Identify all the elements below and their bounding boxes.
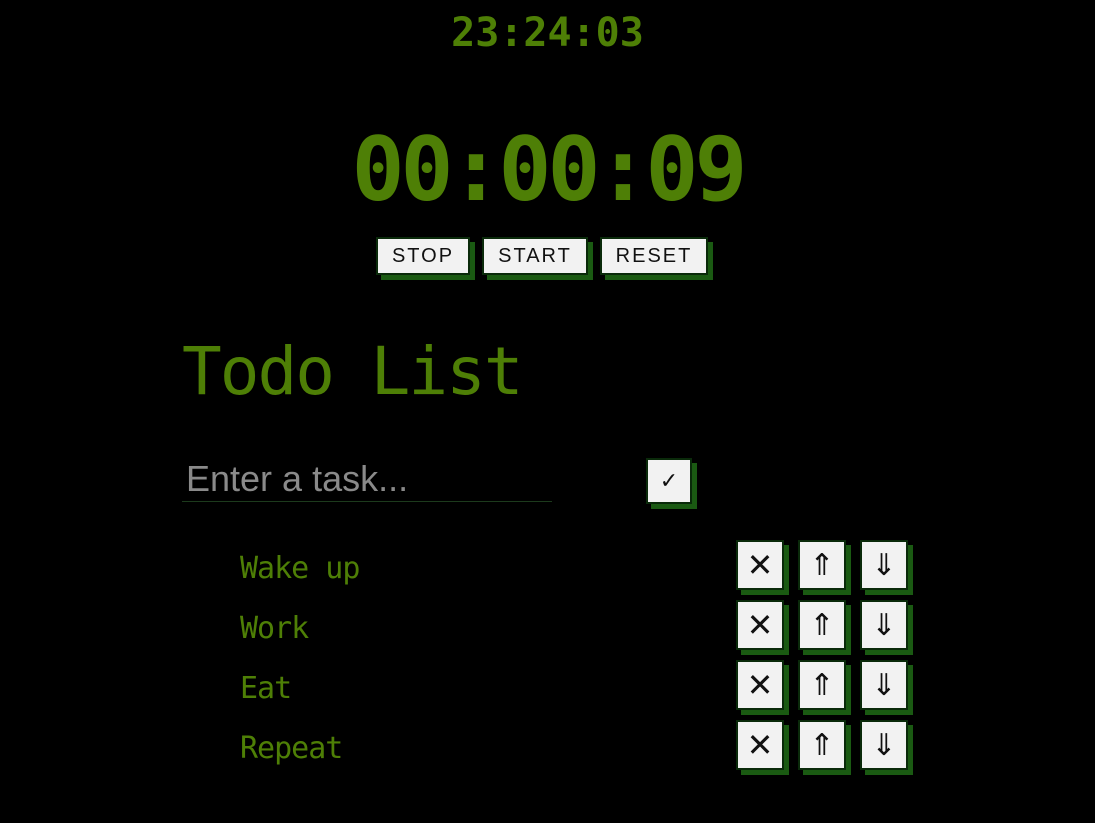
list-item: Eat ✕ ⇑ ⇓ [240,658,920,718]
list-item: Work ✕ ⇑ ⇓ [240,598,920,658]
stopwatch-display: 00:00:09 [351,118,748,221]
move-down-button[interactable]: ⇓ [860,600,908,650]
delete-item-button[interactable]: ✕ [736,720,784,770]
move-down-button[interactable]: ⇓ [860,720,908,770]
move-down-button[interactable]: ⇓ [860,540,908,590]
arrow-down-icon: ⇓ [871,667,897,703]
arrow-up-icon: ⇑ [809,667,835,703]
item-actions: ✕ ⇑ ⇓ [736,720,908,770]
close-icon: ✕ [746,726,774,764]
delete-item-button[interactable]: ✕ [736,600,784,650]
current-time-clock: 23:24:03 [451,10,644,56]
stop-button[interactable]: STOP [376,237,470,275]
todo-item-text: Wake up [240,550,360,586]
todo-list: Wake up ✕ ⇑ ⇓ Work ✕ ⇑ ⇓ Eat ✕ ⇑ ⇓ Repea… [240,538,920,778]
delete-item-button[interactable]: ✕ [736,540,784,590]
arrow-up-icon: ⇑ [809,607,835,643]
todo-item-text: Work [240,610,309,646]
arrow-up-icon: ⇑ [809,547,835,583]
item-actions: ✕ ⇑ ⇓ [736,660,908,710]
list-item: Repeat ✕ ⇑ ⇓ [240,718,920,778]
todo-item-text: Eat [240,670,292,706]
item-actions: ✕ ⇑ ⇓ [736,600,908,650]
delete-item-button[interactable]: ✕ [736,660,784,710]
close-icon: ✕ [746,666,774,704]
move-up-button[interactable]: ⇑ [798,540,846,590]
move-up-button[interactable]: ⇑ [798,720,846,770]
check-icon: ✓ [659,468,679,494]
list-item: Wake up ✕ ⇑ ⇓ [240,538,920,598]
move-down-button[interactable]: ⇓ [860,660,908,710]
todo-list-title: Todo List [182,333,524,410]
move-up-button[interactable]: ⇑ [798,600,846,650]
todo-item-text: Repeat [240,730,343,766]
add-task-button[interactable]: ✓ [646,458,692,504]
arrow-up-icon: ⇑ [809,727,835,763]
move-up-button[interactable]: ⇑ [798,660,846,710]
item-actions: ✕ ⇑ ⇓ [736,540,908,590]
arrow-down-icon: ⇓ [871,727,897,763]
task-input[interactable] [182,456,552,502]
arrow-down-icon: ⇓ [871,607,897,643]
close-icon: ✕ [746,606,774,644]
close-icon: ✕ [746,546,774,584]
arrow-down-icon: ⇓ [871,547,897,583]
reset-button[interactable]: RESET [600,237,708,275]
start-button[interactable]: START [482,237,588,275]
stopwatch-controls: STOP START RESET [376,237,708,275]
